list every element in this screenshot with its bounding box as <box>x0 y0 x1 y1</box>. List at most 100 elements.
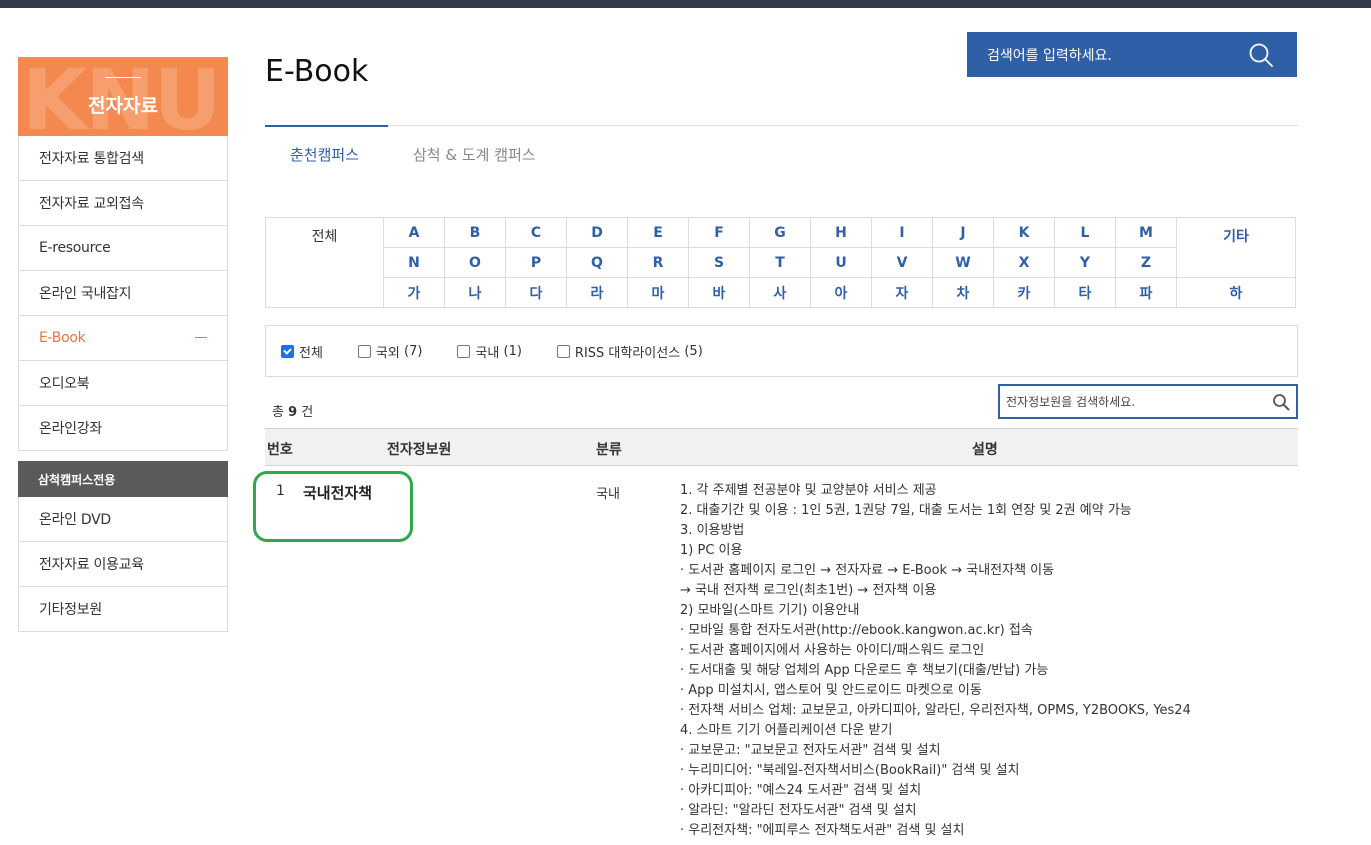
sidebar-item-other-sources[interactable]: 기타정보원 <box>19 586 227 631</box>
alphabet-letter[interactable]: K <box>993 217 1055 248</box>
top-search-box[interactable]: 검색어를 입력하세요. <box>967 32 1297 77</box>
hangul-letter[interactable]: 하 <box>1176 277 1296 308</box>
description-line: 4. 스마트 기기 어플리케이션 다운 받기 <box>680 723 893 738</box>
alphabet-letter[interactable]: A <box>383 217 445 248</box>
alphabet-letter[interactable]: S <box>688 247 750 278</box>
hangul-letter[interactable]: 나 <box>444 277 506 308</box>
tab-chuncheon[interactable]: 춘천캠퍼스 <box>290 144 359 165</box>
checkbox-checked[interactable] <box>281 344 294 358</box>
source-search-input[interactable]: 전자정보원을 검색하세요. <box>1006 393 1272 410</box>
sidebar-menu: 전자자료 통합검색 전자자료 교외접속 E-resource 온라인 국내잡지 … <box>18 136 228 451</box>
filter-count: 1 <box>508 343 517 359</box>
alphabet-index: 전체 A B C D E F G H I J K L M 기타 N O P Q … <box>265 217 1296 308</box>
description-line: → 국내 전자책 로그인(최초1번) → 전자책 이용 <box>680 583 937 598</box>
top-search-input[interactable]: 검색어를 입력하세요. <box>987 45 1247 65</box>
sidebar-item-online-dvd[interactable]: 온라인 DVD <box>19 497 227 541</box>
sidebar-item-online-course[interactable]: 온라인강좌 <box>19 405 227 450</box>
alphabet-letter[interactable]: C <box>505 217 567 248</box>
source-search-box[interactable]: 전자정보원을 검색하세요. <box>998 384 1298 419</box>
sidebar-item-offcampus-access[interactable]: 전자자료 교외접속 <box>19 180 227 225</box>
hangul-letter[interactable]: 파 <box>1115 277 1177 308</box>
alphabet-letter[interactable]: L <box>1054 217 1116 248</box>
checkbox[interactable] <box>457 344 471 358</box>
table-header: 번호 전자정보원 분류 설명 <box>265 428 1298 466</box>
sidebar-item-education[interactable]: 전자자료 이용교육 <box>19 541 227 586</box>
alphabet-letter[interactable]: Y <box>1054 247 1116 278</box>
checkbox[interactable] <box>357 344 371 358</box>
alphabet-letter[interactable]: D <box>566 217 628 248</box>
search-icon[interactable] <box>1247 41 1275 69</box>
sidebar-item-label: E-Book <box>39 330 86 346</box>
sidebar-item-online-magazine[interactable]: 온라인 국내잡지 <box>19 270 227 315</box>
alphabet-letter[interactable]: H <box>810 217 872 248</box>
sidebar-item-audiobook[interactable]: 오디오북 <box>19 360 227 405</box>
hangul-letter[interactable]: 라 <box>566 277 628 308</box>
alphabet-letter[interactable]: F <box>688 217 750 248</box>
alphabet-letter[interactable]: X <box>993 247 1055 278</box>
description-line: · 전자책 서비스 업체: 교보문고, 아카디피아, 알라딘, 우리전자책, O… <box>680 703 1191 718</box>
active-dash-icon <box>195 337 207 338</box>
sidebar-item-ebook[interactable]: E-Book <box>19 315 227 360</box>
hangul-letter[interactable]: 타 <box>1054 277 1116 308</box>
filter-domestic[interactable]: 국내 (1) <box>457 342 522 361</box>
table-row: 1 국내전자책 국내 1. 각 주제별 전공분야 및 교양분야 서비스 제공 2… <box>253 465 1298 845</box>
alphabet-letter[interactable]: Z <box>1115 247 1177 278</box>
description-line: · 도서대출 및 해당 업체의 App 다운로드 후 책보기(대출/반납) 가능 <box>680 663 1049 678</box>
alphabet-all[interactable]: 전체 <box>265 217 384 308</box>
source-name-link[interactable]: 국내전자책 <box>303 482 372 503</box>
sidebar-header: KNU 전자자료 <box>18 57 228 136</box>
hangul-letter[interactable]: 사 <box>749 277 811 308</box>
alphabet-letter[interactable]: U <box>810 247 872 278</box>
search-icon[interactable] <box>1272 393 1290 411</box>
alphabet-letter[interactable]: P <box>505 247 567 278</box>
description-line: · 모바일 통합 전자도서관(http://ebook.kangwon.ac.k… <box>680 623 1033 638</box>
result-count-prefix: 총 <box>272 405 284 420</box>
alphabet-letter[interactable]: N <box>383 247 445 278</box>
hangul-letter[interactable]: 차 <box>932 277 994 308</box>
alphabet-letter[interactable]: G <box>749 217 811 248</box>
hangul-letter[interactable]: 다 <box>505 277 567 308</box>
filter-all[interactable]: 전체 <box>281 342 323 361</box>
filter-label: 국외 <box>375 345 400 361</box>
sidebar-header-line <box>105 77 141 78</box>
hangul-letter[interactable]: 가 <box>383 277 445 308</box>
row-category: 국내 <box>596 487 620 502</box>
col-header-category: 분류 <box>596 442 622 458</box>
alphabet-etc[interactable]: 기타 <box>1176 217 1296 278</box>
alphabet-letter[interactable]: I <box>871 217 933 248</box>
alphabet-letter[interactable]: O <box>444 247 506 278</box>
alphabet-letter[interactable]: V <box>871 247 933 278</box>
alphabet-letter[interactable]: Q <box>566 247 628 278</box>
row-number: 1 <box>276 483 285 499</box>
alphabet-letter[interactable]: M <box>1115 217 1177 248</box>
result-count-suffix: 건 <box>301 405 314 420</box>
description-line: · 우리전자책: "에피루스 전자책도서관" 검색 및 설치 <box>680 823 965 838</box>
category-filter: 전체 국외 (7) 국내 (1) RISS 대학라이선스 (5) <box>265 325 1298 377</box>
description-line: 1) PC 이용 <box>680 543 743 558</box>
alphabet-letter[interactable]: E <box>627 217 689 248</box>
tabs-divider <box>265 125 1298 126</box>
alphabet-letter[interactable]: J <box>932 217 994 248</box>
alphabet-letter[interactable]: T <box>749 247 811 278</box>
filter-foreign[interactable]: 국외 (7) <box>357 342 422 361</box>
hangul-letter[interactable]: 마 <box>627 277 689 308</box>
col-header-no: 번호 <box>267 442 293 458</box>
sidebar-item-eresource[interactable]: E-resource <box>19 225 227 270</box>
alphabet-letter[interactable]: B <box>444 217 506 248</box>
sidebar-item-integrated-search[interactable]: 전자자료 통합검색 <box>19 136 227 180</box>
hangul-letter[interactable]: 아 <box>810 277 872 308</box>
alphabet-letter[interactable]: W <box>932 247 994 278</box>
alphabet-letter[interactable]: R <box>627 247 689 278</box>
checkbox[interactable] <box>556 344 570 358</box>
hangul-letter[interactable]: 카 <box>993 277 1055 308</box>
tab-samcheok[interactable]: 삼척 & 도계 캠퍼스 <box>413 144 536 165</box>
description-line: 2) 모바일(스마트 기기) 이용안내 <box>680 603 860 618</box>
description-line: · 도서관 홈페이지 로그인 → 전자자료 → E-Book → 국내전자책 이… <box>680 563 1055 578</box>
filter-riss[interactable]: RISS 대학라이선스 (5) <box>556 342 703 361</box>
hangul-letter[interactable]: 바 <box>688 277 750 308</box>
page-title: E-Book <box>265 54 369 89</box>
hangul-letter[interactable]: 자 <box>871 277 933 308</box>
description-line: 2. 대출기간 및 이용 : 1인 5권, 1권당 7일, 대출 도서는 1회 … <box>680 503 1132 518</box>
filter-label: 전체 <box>299 345 323 361</box>
top-bar <box>0 0 1371 8</box>
